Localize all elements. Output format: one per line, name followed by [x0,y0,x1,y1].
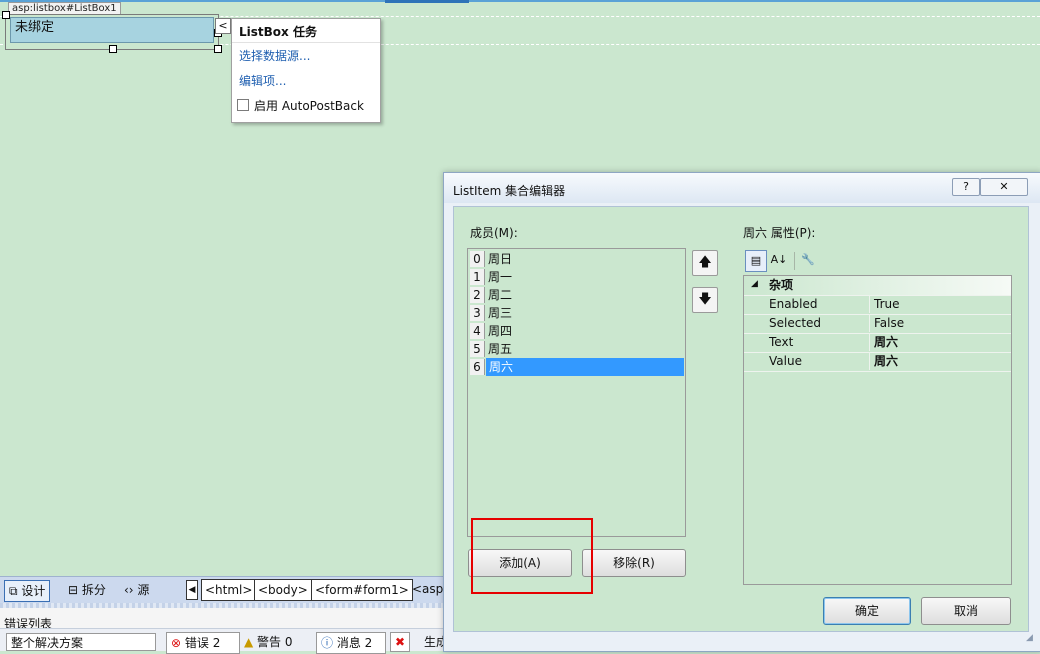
breadcrumb-item[interactable]: <body> [254,579,312,601]
property-value[interactable]: 周六 [869,333,1011,351]
resize-handle[interactable] [2,11,10,19]
ok-button[interactable]: 确定 [823,597,911,625]
active-tab-indicator [385,0,469,3]
members-label: 成员(M): [470,226,518,240]
tab-design[interactable]: ⧉ 设计 [4,580,51,602]
list-item-index: 1 [470,269,485,285]
error-icon: ⊗ [171,636,185,650]
autopostback-checkbox[interactable] [237,99,249,111]
property-value[interactable]: False [869,314,1011,332]
categorized-view-icon[interactable]: ▤ [745,250,767,272]
top-accent-line [0,0,1040,2]
property-name: Selected [769,316,822,330]
split-view-icon: ⊟ [68,583,82,597]
tab-split[interactable]: ⊟ 拆分 [64,580,110,600]
property-name: Text [769,335,794,349]
list-item[interactable]: 1 周一 [469,268,684,286]
scope-select[interactable]: 整个解决方案 [6,633,156,651]
property-value[interactable]: True [869,295,1011,313]
listitem-collection-editor-dialog: ListItem 集合编辑器 ? ✕ 成员(M): 0 周日 1 周一 2 周二 3周… [443,172,1040,652]
breadcrumb-item[interactable]: <form#form1> [311,579,413,601]
resize-handle[interactable] [214,45,222,53]
collapse-icon[interactable]: ◢ [751,279,758,289]
errors-filter-label: 错误 2 [184,636,221,650]
messages-filter-label: 消息 2 [336,636,373,650]
highlight-box [471,518,593,594]
category-row[interactable]: ◢ 杂项 [744,276,1011,296]
source-view-icon: ‹› [124,583,138,597]
list-item-text: 周日 [488,252,513,266]
list-item-text: 周三 [488,306,513,320]
design-view-icon: ⧉ [9,584,22,598]
members-list[interactable]: 0 周日 1 周一 2 周二 3 周三 4 周四 5 周五 6 周六 [467,248,686,537]
tab-design-label: 设计 [21,584,46,598]
property-grid[interactable]: ◢ 杂项 Enabled True Selected False Text 周六… [743,275,1012,585]
property-row[interactable]: Enabled True [744,295,1011,315]
list-item[interactable]: 2 周二 [469,286,684,304]
errors-filter-button[interactable]: ⊗ 错误 2 [166,632,240,654]
list-item[interactable]: 5 周五 [469,340,684,358]
breadcrumb-item[interactable]: <html> [201,579,257,601]
tasks-popup-title: ListBox 任务 [239,25,317,39]
move-up-button[interactable]: 🡅 [692,250,718,276]
properties-label: 周六 属性(P): [743,226,816,240]
alphabetical-sort-icon[interactable]: A↓ [769,250,789,270]
property-row[interactable]: Selected False [744,314,1011,334]
clear-filter-icon[interactable]: ✖ [390,632,410,652]
cancel-button[interactable]: 取消 [921,597,1011,625]
list-item-text: 周六 [486,358,684,376]
wrench-icon: 🔧 [801,253,815,266]
property-row[interactable]: Value 周六 [744,352,1011,372]
remove-button[interactable]: 移除(R) [582,549,686,577]
category-label: 杂项 [769,278,794,292]
scope-select-value: 整个解决方案 [11,636,84,650]
arrow-up-icon: 🡅 [698,255,712,270]
warning-icon: ▲ [244,635,258,649]
tab-source[interactable]: ‹› 源 [120,580,153,600]
list-item[interactable]: 3 周三 [469,304,684,322]
list-item-text: 周五 [488,342,513,356]
list-item-index: 3 [470,305,485,321]
list-item-index: 0 [470,251,485,267]
list-item[interactable]: 4 周四 [469,322,684,340]
property-name: Enabled [769,297,818,311]
list-item-text: 周一 [488,270,513,284]
resize-grip-icon[interactable]: ◢ [1026,633,1033,643]
tab-source-label: 源 [137,583,150,597]
close-button[interactable]: ✕ [980,178,1028,196]
resize-handle[interactable] [109,45,117,53]
listbox-tasks-popup: ListBox 任务 选择数据源... 编辑项... 启用 AutoPostBa… [231,18,381,123]
list-item-selected[interactable]: 6 周六 [469,358,684,376]
warnings-filter-button[interactable]: ▲ 警告 0 [244,632,293,652]
tab-split-label: 拆分 [81,583,106,597]
property-name: Value [769,354,802,368]
move-down-button[interactable]: 🡇 [692,287,718,313]
warnings-filter-label: 警告 0 [257,635,293,649]
arrow-down-icon: 🡇 [698,292,712,307]
info-icon: ⓘ [321,636,337,650]
scroll-left-icon[interactable]: ◀ [186,580,198,600]
property-value[interactable]: 周六 [869,352,1011,370]
dialog-titlebar[interactable]: ListItem 集合编辑器 ? ✕ [444,173,1040,203]
help-button[interactable]: ? [952,178,980,196]
list-item-text: 周二 [488,288,513,302]
property-row[interactable]: Text 周六 [744,333,1011,353]
list-item-index: 2 [470,287,485,303]
messages-filter-button[interactable]: ⓘ 消息 2 [316,632,386,654]
choose-datasource-link[interactable]: 选择数据源... [239,47,310,64]
listbox-control[interactable]: 未绑定 [10,17,214,43]
list-item[interactable]: 0 周日 [469,250,684,268]
dialog-body: 成员(M): 0 周日 1 周一 2 周二 3 周三 4 周四 5 周五 6 周六 🡅 🡇 添… [453,206,1029,632]
list-item-index: 5 [470,341,485,357]
autopostback-label: 启用 AutoPostBack [254,99,364,113]
divider [232,42,380,43]
edit-items-link[interactable]: 编辑项... [239,72,286,89]
list-item-index: 6 [470,359,485,375]
dialog-title: ListItem 集合编辑器 [453,184,566,198]
list-item-index: 4 [470,323,485,339]
toolbar-divider [794,252,795,270]
smart-tag-button[interactable]: < [215,18,231,34]
list-item-text: 周四 [488,324,513,338]
